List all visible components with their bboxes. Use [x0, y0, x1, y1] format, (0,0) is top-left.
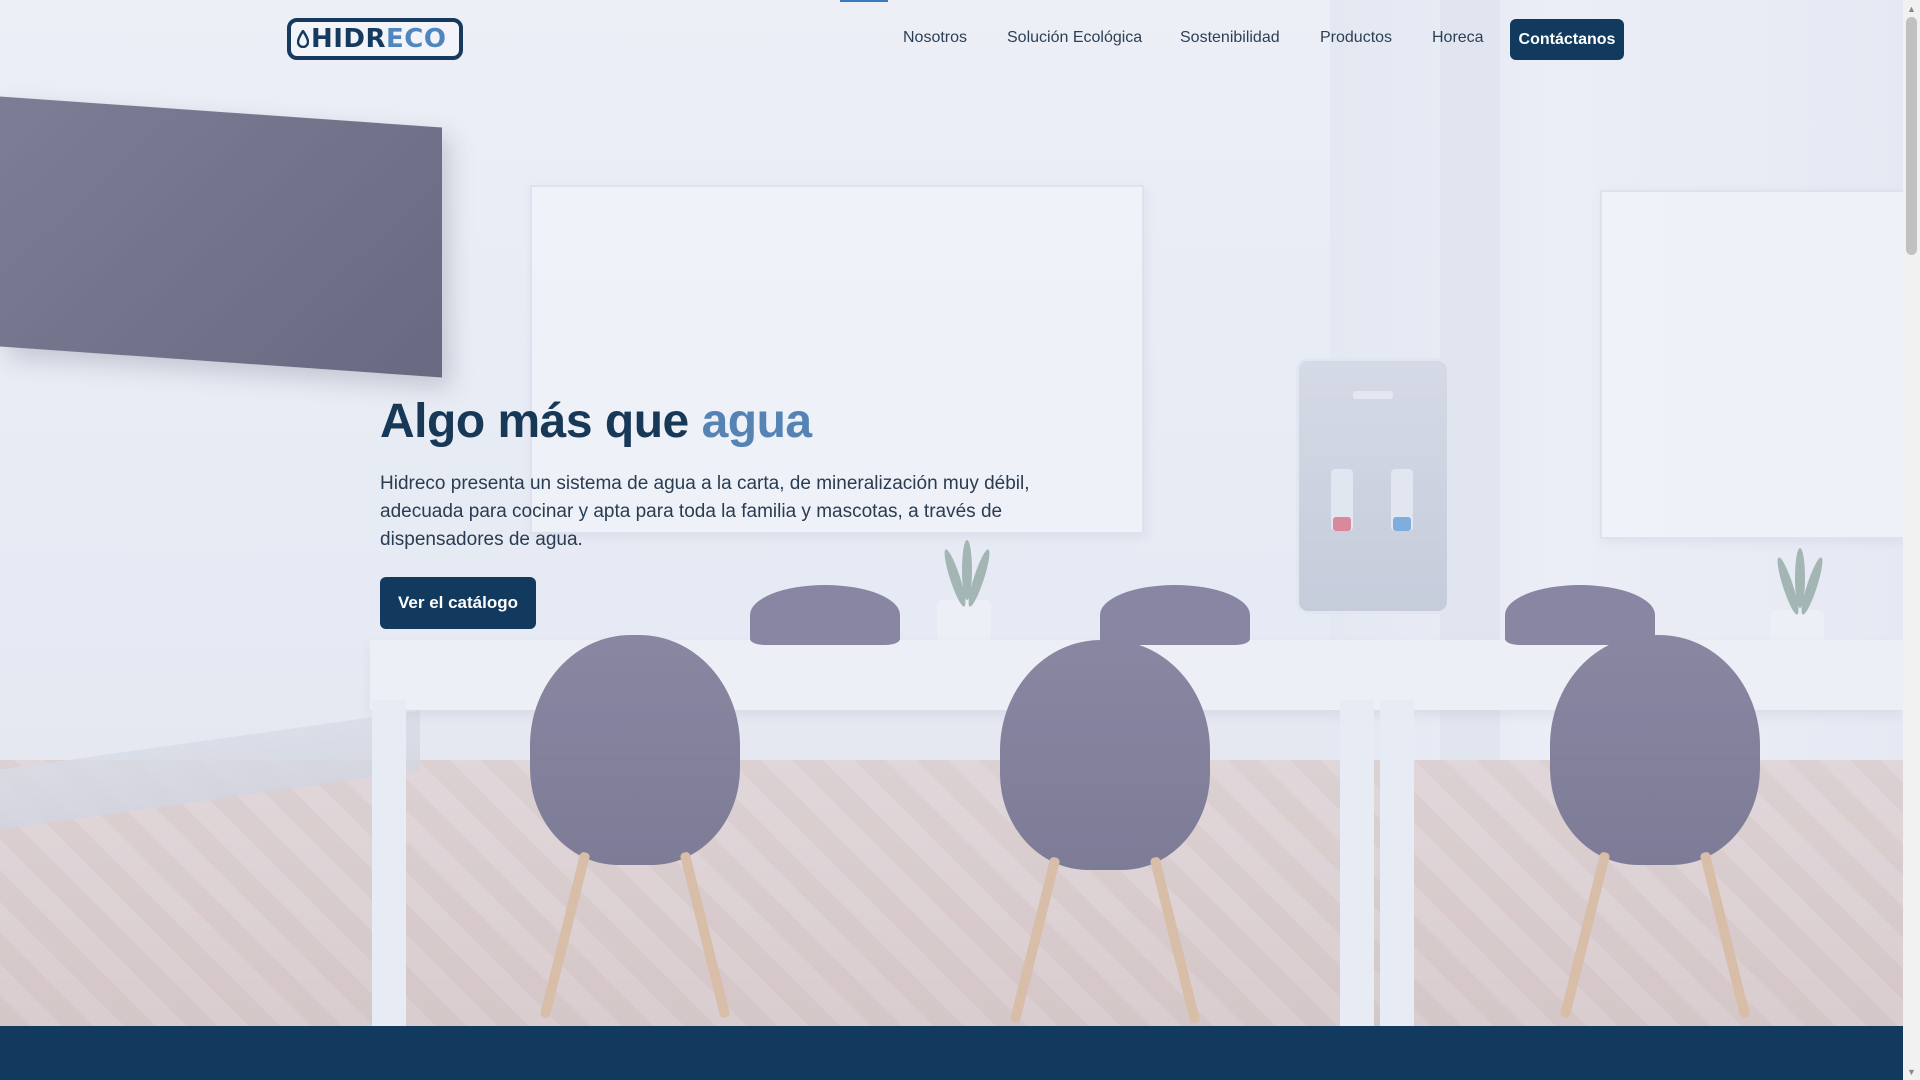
arrow-down-icon[interactable]: ▼ — [1903, 1063, 1920, 1080]
hero-title-main: Algo más que — [380, 395, 689, 448]
hero-title-accent: agua — [701, 395, 813, 448]
water-drop-icon — [297, 30, 309, 48]
nav-link-nosotros[interactable]: Nosotros — [903, 29, 967, 47]
hero-description: Hidreco presenta un sistema de agua a la… — [380, 473, 1030, 550]
logo-wordmark-part2: ECO — [386, 24, 447, 54]
arrow-up-icon[interactable]: ▲ — [1903, 0, 1920, 17]
page: HIDRECO Nosotros Solución Ecológica Sost… — [0, 0, 1903, 1080]
nav-link-horeca[interactable]: Horeca — [1432, 29, 1484, 47]
nav-active-indicator — [840, 0, 888, 2]
nav-link-solucion-ecologica[interactable]: Solución Ecológica — [1007, 29, 1142, 47]
hero-title: Algo más que agua — [380, 394, 812, 449]
logo-wordmark: HIDRECO — [311, 26, 447, 52]
page-scrollbar[interactable]: ▲ ▼ — [1903, 0, 1920, 1080]
main-nav: HIDRECO Nosotros Solución Ecológica Sost… — [0, 0, 1903, 80]
logo-wordmark-part1: HIDR — [311, 24, 387, 54]
view-catalog-button[interactable]: Ver el catálogo — [380, 577, 536, 629]
section-band — [0, 1026, 1903, 1080]
contact-button[interactable]: Contáctanos — [1510, 19, 1624, 60]
nav-link-productos[interactable]: Productos — [1320, 29, 1392, 47]
nav-link-sostenibilidad[interactable]: Sostenibilidad — [1180, 29, 1280, 47]
brand-logo[interactable]: HIDRECO — [287, 18, 463, 60]
scrollbar-thumb[interactable] — [1906, 17, 1917, 255]
